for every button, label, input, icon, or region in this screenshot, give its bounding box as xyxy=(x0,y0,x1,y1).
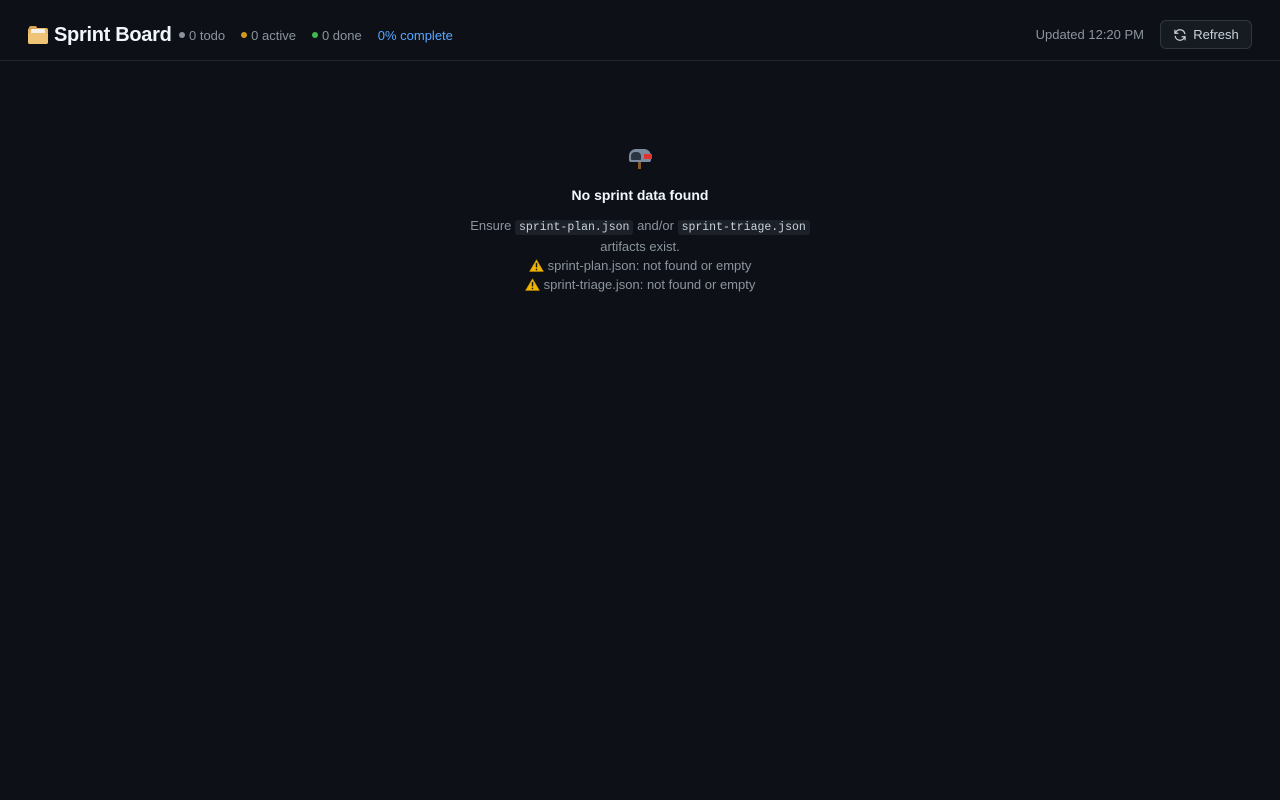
card-index-dividers-icon xyxy=(28,26,48,44)
message-prefix: Ensure xyxy=(470,218,512,233)
mailbox-icon xyxy=(627,144,653,170)
empty-state: No sprint data found Ensure sprint-plan.… xyxy=(440,144,840,294)
file-name-plan: sprint-plan.json xyxy=(515,220,634,235)
empty-state-message: Ensure sprint-plan.json and/or sprint-tr… xyxy=(440,216,840,256)
brand: Sprint Board xyxy=(28,22,172,48)
progress-percent: 0% complete xyxy=(377,27,453,43)
warning-text: sprint-triage.json: not found or empty xyxy=(543,277,756,292)
updated-timestamp: Updated 12:20 PM xyxy=(1035,27,1144,42)
refresh-button[interactable]: Refresh xyxy=(1160,20,1252,49)
stat-active-label: 0 active xyxy=(251,27,296,43)
warning-icon xyxy=(524,278,540,291)
refresh-label: Refresh xyxy=(1193,27,1239,42)
file-name-triage: sprint-triage.json xyxy=(677,220,810,235)
stat-active: 0 active xyxy=(241,28,296,43)
message-middle: and/or xyxy=(637,218,674,233)
refresh-icon xyxy=(1174,28,1186,41)
warning-icon xyxy=(528,259,544,272)
page-title: Sprint Board xyxy=(54,24,172,46)
top-bar: Sprint Board 0 todo 0 active 0 done 0% c… xyxy=(0,0,1280,61)
stat-done-label: 0 done xyxy=(321,27,362,43)
stat-todo-label: 0 todo xyxy=(189,27,226,43)
todo-dot-icon xyxy=(179,32,185,38)
active-dot-icon xyxy=(241,32,248,38)
empty-state-title: No sprint data found xyxy=(571,187,709,203)
done-dot-icon xyxy=(311,32,318,38)
stat-done: 0 done xyxy=(311,27,362,43)
warning-item: sprint-triage.json: not found or empty xyxy=(440,275,840,294)
stat-todo: 0 todo xyxy=(179,28,225,43)
message-suffix: artifacts exist. xyxy=(600,239,680,254)
warning-text: sprint-plan.json: not found or empty xyxy=(547,258,752,273)
status-summary: 0 todo 0 active 0 done 0% complete xyxy=(179,26,453,44)
warning-item: sprint-plan.json: not found or empty xyxy=(440,256,840,275)
